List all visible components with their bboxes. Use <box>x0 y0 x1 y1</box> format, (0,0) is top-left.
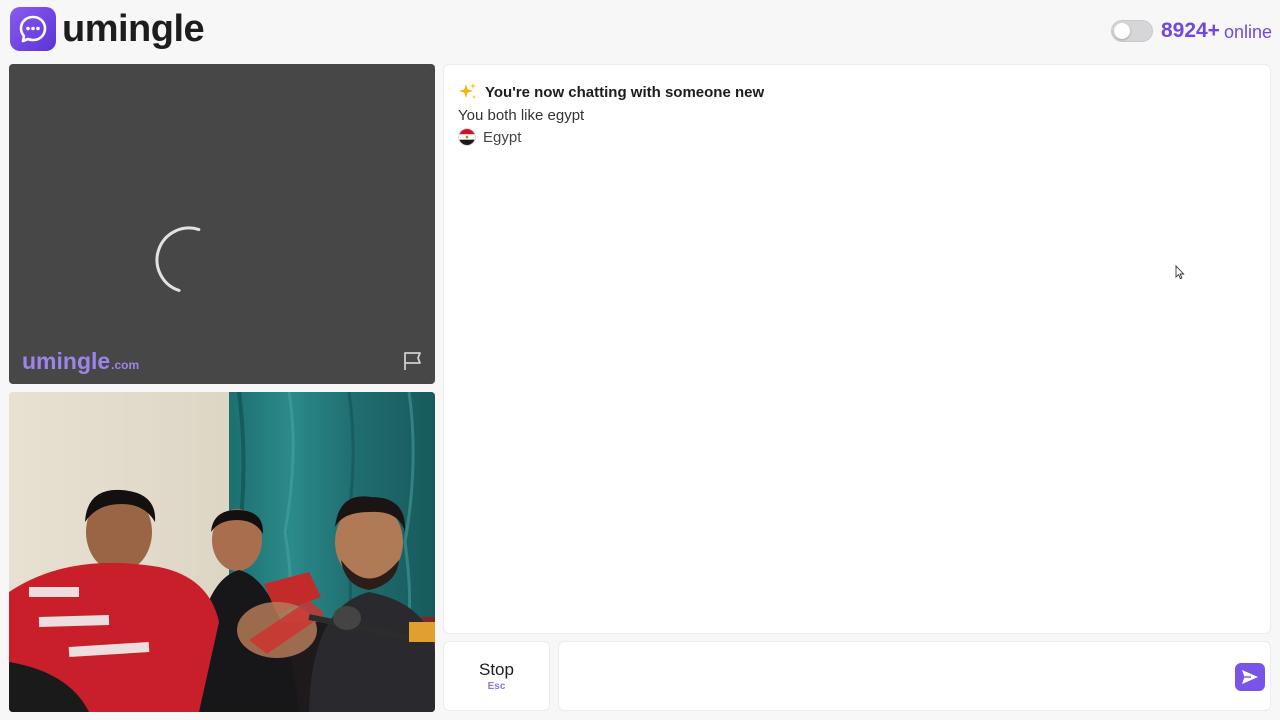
logo[interactable]: umingle <box>10 7 205 51</box>
webcam-image <box>9 392 435 712</box>
online-label: online <box>1223 22 1272 42</box>
egypt-flag-icon <box>458 128 476 146</box>
local-video <box>9 392 435 712</box>
common-interest-text: You both like egypt <box>458 107 585 124</box>
system-message-text: You're now chatting with someone new <box>485 83 765 101</box>
message-input[interactable] <box>569 650 1219 702</box>
online-count: 8924+ <box>1160 18 1220 42</box>
online-indicator: 8924+ online <box>1110 18 1272 43</box>
flag-icon[interactable] <box>401 350 425 372</box>
toggle-knob <box>1113 22 1130 39</box>
brand-name: umingle <box>62 8 205 50</box>
system-message-title: You're now chatting with someone new <box>458 82 764 102</box>
chat-bubble-icon <box>10 7 56 51</box>
theme-toggle[interactable] <box>1110 19 1153 42</box>
mouse-cursor-icon <box>1175 265 1185 280</box>
spinner-icon <box>155 226 201 292</box>
stop-shortcut-hint: Esc <box>487 681 506 692</box>
send-icon <box>1242 670 1258 684</box>
header: umingle 8924+ online <box>0 0 1280 62</box>
watermark-domain: .com <box>111 358 140 372</box>
remote-video: umingle .com <box>9 64 435 384</box>
country-label: Egypt <box>483 128 522 146</box>
watermark: umingle .com <box>22 348 139 375</box>
chat-panel: You're now chatting with someone new You… <box>443 64 1271 634</box>
stop-button-label: Stop <box>479 660 514 679</box>
watermark-brand: umingle <box>22 348 111 374</box>
message-input-container <box>558 641 1271 711</box>
stop-button[interactable]: Stop Esc <box>443 641 550 711</box>
country-row: Egypt <box>458 128 521 146</box>
send-button[interactable] <box>1235 663 1265 691</box>
sparkle-icon <box>459 83 476 99</box>
